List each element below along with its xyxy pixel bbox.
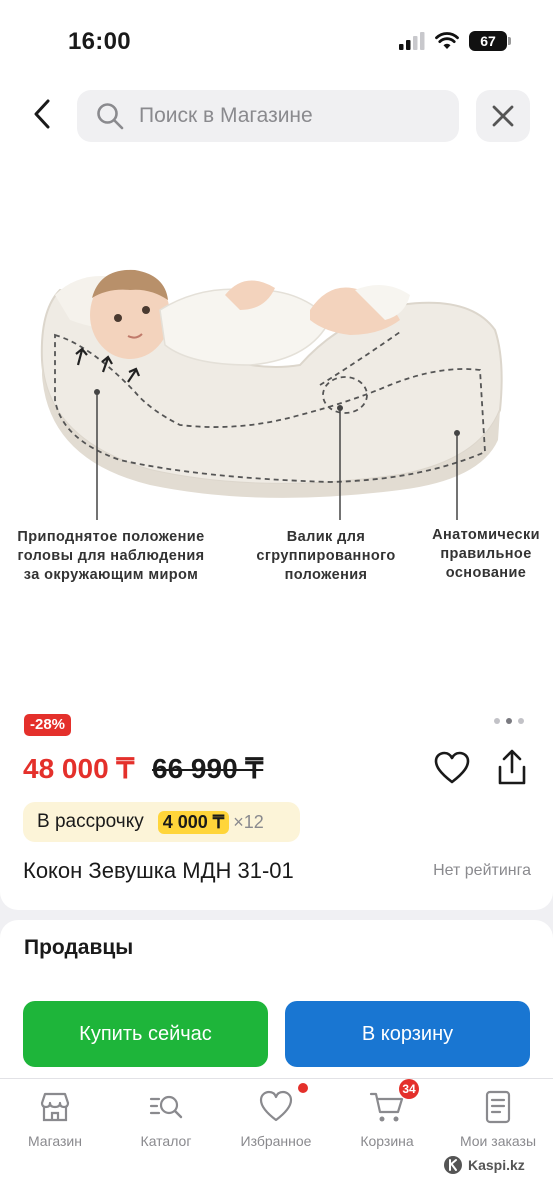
search-icon [97,103,124,130]
chevron-left-icon [34,99,50,129]
callout-head-position: Приподнятое положение головы для наблюде… [17,529,205,583]
product-info-card: -28% 48 000 ₸ 66 990 ₸ В рассрочку 4 000… [0,700,553,910]
status-icons: 67 [399,31,511,51]
watermark-text: Kaspi.kz [468,1157,525,1173]
installment-label: В рассрочку [37,811,144,832]
heart-icon [259,1090,293,1122]
product-title: Кокон Зевушка МДН 31-01 [23,858,294,883]
current-price: 48 000 ₸ [23,753,135,784]
buy-now-button[interactable]: Купить сейчас [23,1001,268,1067]
kaspi-logo-icon [444,1156,462,1174]
installment-multiplier: ×12 [233,811,264,832]
installment-amount: 4 000 ₸ [157,810,230,834]
kaspi-watermark: Kaspi.kz [443,1155,525,1175]
gallery-pagination [494,718,524,724]
gallery-dot-active[interactable] [506,718,512,724]
wifi-icon [435,32,459,49]
status-bar: 16:00 67 [0,0,553,80]
share-icon [498,749,526,785]
status-time: 16:00 [68,28,131,55]
search-header: Поиск в Магазине [0,80,553,160]
orders-icon [485,1090,511,1124]
heart-icon [434,751,470,784]
cart-count-badge: 34 [399,1079,419,1099]
product-image[interactable]: Приподнятое положение головы для наблюде… [0,160,553,700]
battery-icon: 67 [469,31,511,51]
close-button[interactable] [476,90,530,142]
favorite-button[interactable] [433,750,471,786]
back-button[interactable] [24,94,60,134]
tab-store[interactable]: Магазин [0,1089,110,1149]
sellers-title: Продавцы [24,936,134,959]
gallery-dot[interactable] [518,718,524,724]
close-icon [492,105,514,127]
favorites-dot-badge [298,1083,308,1093]
tab-catalog[interactable]: Каталог [111,1089,221,1149]
store-icon [40,1092,70,1122]
tab-label: Магазин [27,1133,82,1149]
installment-badge[interactable]: В рассрочку 4 000 ₸ ×12 [23,802,300,842]
tab-label: Каталог [140,1133,192,1149]
tab-orders[interactable]: Мои заказы [443,1089,553,1149]
discount-badge: -28% [24,714,72,736]
share-button[interactable] [493,748,531,788]
callout-anatomical-base: Анатомически правильное основание [432,527,540,581]
add-to-cart-button[interactable]: В корзину [285,1001,530,1067]
tab-favorites[interactable]: Избранное [221,1083,331,1149]
gallery-dot[interactable] [494,718,500,724]
search-placeholder: Поиск в Магазине [139,104,313,127]
tab-label: Мои заказы [459,1133,537,1149]
catalog-search-icon [149,1095,183,1119]
sellers-section: Продавцы Купить сейчас В корзину [0,920,553,1080]
signal-icon [399,32,425,50]
bottom-tab-bar: Магазин Каталог Избранное 34 Корзина Мои… [0,1078,553,1200]
old-price: 66 990 ₸ [152,753,264,784]
callout-roller: Валик для сгруппированного положения [256,529,396,583]
search-input[interactable]: Поиск в Магазине [77,90,459,142]
product-rating[interactable]: Нет рейтинга [433,862,531,880]
tab-label: Корзина [360,1133,414,1149]
tab-label: Избранное [240,1133,312,1149]
product-photo [40,269,503,520]
tab-cart[interactable]: 34 Корзина [332,1079,442,1149]
